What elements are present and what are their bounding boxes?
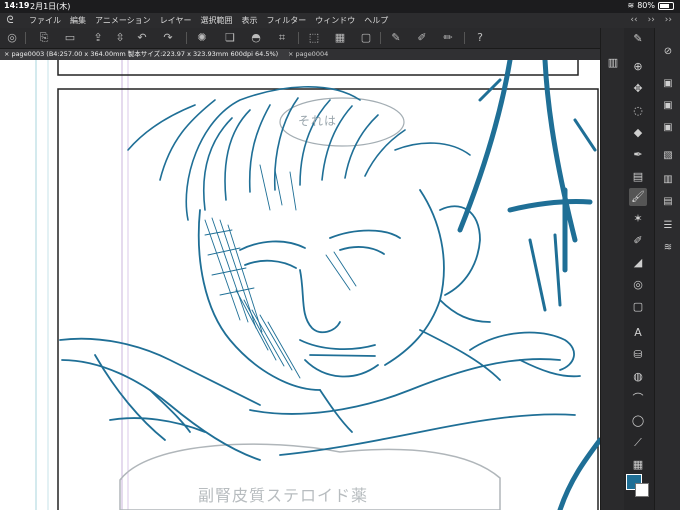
sparkle-icon[interactable]: ✶ xyxy=(629,210,647,228)
menu-filter[interactable]: フィルター xyxy=(266,15,306,26)
menu-animation[interactable]: アニメーション xyxy=(95,15,151,26)
save-icon[interactable]: ⇪ xyxy=(90,30,106,46)
tab-label: page0004 xyxy=(295,50,329,58)
divider xyxy=(380,32,381,44)
palette-icon[interactable]: ▧ xyxy=(660,148,676,164)
text-icon[interactable]: A xyxy=(629,324,647,342)
collapse-right-icon[interactable]: ›› xyxy=(648,15,655,25)
menu-bar: ᘓ ファイル 編集 アニメーション レイヤー 選択範囲 表示 フィルター ウィン… xyxy=(0,13,680,28)
collapse-far-right-icon[interactable]: ›› xyxy=(665,15,672,25)
navigator-icon[interactable]: ⊘ xyxy=(660,44,676,60)
menu-edit[interactable]: 編集 xyxy=(70,15,86,26)
brush-preset-1-icon[interactable]: ▣ xyxy=(660,76,676,92)
frame-icon[interactable]: ▢ xyxy=(358,30,374,46)
document-tabs: × page0003 (B4:257.00 x 364.00mm 製本サイズ:22… xyxy=(0,49,600,60)
figure-icon[interactable]: ◢ xyxy=(629,254,647,272)
collapse-left-icon[interactable]: ‹‹ xyxy=(630,15,637,25)
fill-bucket-icon[interactable]: ⛁ xyxy=(629,346,647,364)
menu-selection[interactable]: 選択範囲 xyxy=(200,15,232,26)
battery-icon xyxy=(658,1,674,10)
clock: 14:19 xyxy=(4,1,30,10)
copy-icon[interactable]: ❏ xyxy=(222,30,238,46)
divider xyxy=(464,32,465,44)
color-set-icon[interactable]: ▥ xyxy=(660,172,676,188)
stepper-icon[interactable]: ⇳ xyxy=(112,30,128,46)
redo-icon[interactable]: ↷ xyxy=(160,30,176,46)
balloon-icon[interactable]: ◯ xyxy=(629,412,647,430)
layers-icon[interactable]: ☰ xyxy=(660,218,676,234)
airbrush-icon[interactable]: ⌒ xyxy=(629,390,647,408)
brush-preset-3-icon[interactable]: ▣ xyxy=(660,120,676,136)
menu-layer[interactable]: レイヤー xyxy=(160,15,192,26)
menu-file[interactable]: ファイル xyxy=(29,15,61,26)
undo-icon[interactable]: ↶ xyxy=(134,30,150,46)
balloon-text: それは xyxy=(298,114,338,128)
new-file-icon[interactable]: ⎘ xyxy=(36,30,52,46)
layer-property-icon[interactable]: ≋ xyxy=(660,240,676,256)
eraser-stroke-icon[interactable]: ✏ xyxy=(440,30,456,46)
lasso-icon[interactable]: ◌ xyxy=(629,102,647,120)
zoom-icon[interactable]: ⊕ xyxy=(629,58,647,76)
tab-label: page0003 (B4:257.00 x 364.00mm 製本サイズ:223… xyxy=(11,50,279,58)
wifi-icon: ≋ xyxy=(627,1,635,10)
menu-window[interactable]: ウィンドウ xyxy=(315,15,355,26)
spiral-icon[interactable]: ◎ xyxy=(629,276,647,294)
collapsed-panel: ▥ xyxy=(600,28,625,510)
divider xyxy=(298,32,299,44)
open-folder-icon[interactable]: ▭ xyxy=(62,30,78,46)
close-icon[interactable]: × xyxy=(4,50,9,58)
pen-icon[interactable]: ✒ xyxy=(629,146,647,164)
grid-icon[interactable]: ▦ xyxy=(332,30,348,46)
blend-icon[interactable]: ◍ xyxy=(629,368,647,386)
ruler-icon[interactable]: ▦ xyxy=(629,456,647,474)
settings-icon[interactable]: ◎ xyxy=(4,30,20,46)
battery-area: ≋ 80% xyxy=(628,1,674,10)
panel-toggle-icon[interactable]: ▥ xyxy=(604,54,622,72)
loading-icon[interactable]: ✺ xyxy=(194,30,210,46)
tab-page0004[interactable]: × page0004 xyxy=(284,49,352,60)
pen-stroke-icon[interactable]: ✎ xyxy=(388,30,404,46)
tab-page0003[interactable]: × page0003 (B4:257.00 x 364.00mm 製本サイズ:22… xyxy=(0,49,290,60)
gradient-icon[interactable]: ▤ xyxy=(629,168,647,186)
material-icon[interactable]: ▤ xyxy=(660,194,676,210)
help-icon[interactable]: ? xyxy=(472,30,488,46)
status-bar: 14:19 2月1日(木) ≋ 80% xyxy=(0,0,680,13)
menu-view[interactable]: 表示 xyxy=(241,15,257,26)
frame-icon[interactable]: ▢ xyxy=(629,298,647,316)
date: 2月1日(木) xyxy=(30,2,71,11)
crop-icon[interactable]: ⌗ xyxy=(274,30,290,46)
command-bar: ◎ ⎘ ▭ ⇪ ⇳ ↶ ↷ ✺ ❏ ◓ ⌗ ⬚ ▦ ▢ ✎ ✐ ✏ ? xyxy=(0,28,600,49)
close-icon[interactable]: × xyxy=(288,50,293,58)
transform-icon[interactable]: ⬚ xyxy=(306,30,322,46)
brush-stroke-icon[interactable]: ✐ xyxy=(414,30,430,46)
app-logo-icon[interactable]: ᘓ xyxy=(0,15,20,26)
brush-active-icon[interactable]: 🖌 xyxy=(629,188,647,206)
fill-icon[interactable]: ◓ xyxy=(248,30,264,46)
sub-tool-strip: ⊘ ▣ ▣ ▣ ▧ ▥ ▤ ☰ ≋ xyxy=(654,28,680,510)
eyedropper-icon[interactable]: ⟋ xyxy=(629,434,647,452)
divider xyxy=(25,32,26,44)
menu-help[interactable]: ヘルプ xyxy=(364,15,388,26)
drawing-canvas[interactable]: それは 副腎皮質ステロイド薬 xyxy=(0,60,600,510)
pen-corner-icon[interactable]: ✎ xyxy=(629,30,647,48)
caption-text: 副腎皮質ステロイド薬 xyxy=(198,486,369,505)
divider xyxy=(186,32,187,44)
eraser-icon[interactable]: ◆ xyxy=(629,124,647,142)
sub-color-swatch[interactable] xyxy=(635,483,649,497)
battery-percent: 80% xyxy=(637,1,655,10)
tool-palette: ✎ ⊕ ✥ ◌ ◆ ✒ ▤ 🖌 ✶ ✐ ◢ ◎ ▢ A ⛁ ◍ ⌒ ◯ ⟋ ▦ … xyxy=(624,28,654,510)
brush-preset-2-icon[interactable]: ▣ xyxy=(660,98,676,114)
marker-icon[interactable]: ✐ xyxy=(629,232,647,250)
move-icon[interactable]: ✥ xyxy=(629,80,647,98)
